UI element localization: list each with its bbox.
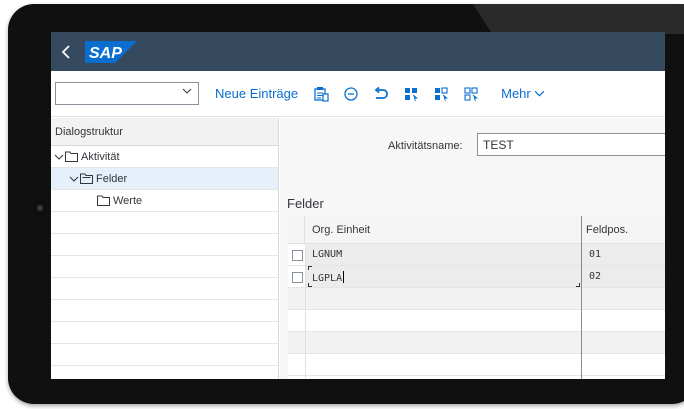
table-row[interactable]: LGNUM 01	[288, 244, 665, 266]
row-checkbox[interactable]	[292, 272, 303, 283]
field-pos-value: 02	[589, 271, 602, 282]
chevron-down-icon[interactable]	[69, 174, 79, 184]
row-checkbox[interactable]	[292, 250, 303, 261]
toolbar: Neue Einträge Mehr	[51, 71, 665, 117]
tree-item-werte[interactable]: Werte	[51, 190, 278, 212]
org-unit-text: LGPLA	[312, 273, 343, 284]
variant-select[interactable]	[55, 82, 199, 105]
tree-item-aktivitaet[interactable]: Aktivität	[51, 146, 278, 168]
shell-bar: SAP	[51, 32, 665, 71]
tree-empty-row	[51, 344, 278, 366]
tree-empty-row	[51, 322, 278, 344]
org-unit-value: LGPLA	[312, 271, 345, 284]
delete-button[interactable]	[343, 86, 359, 102]
tablet-glare	[473, 4, 684, 34]
section-title: Felder	[287, 196, 324, 211]
copy-button[interactable]	[313, 86, 329, 102]
column-header-field-pos[interactable]: Feldpos.	[586, 224, 628, 236]
more-button[interactable]: Mehr	[501, 71, 545, 117]
table-row[interactable]: LGPLA 02	[288, 266, 665, 288]
camera-dot	[37, 205, 43, 211]
back-button[interactable]	[51, 32, 81, 71]
deselect-all-icon	[464, 86, 479, 101]
chevron-down-icon[interactable]	[54, 152, 64, 162]
tree-item-felder[interactable]: Felder	[51, 168, 278, 190]
copy-icon	[314, 86, 329, 102]
new-entries-label: Neue Einträge	[215, 86, 299, 101]
field-pos-value: 01	[589, 249, 602, 260]
org-unit-value: LGNUM	[312, 249, 343, 260]
table-row-empty	[288, 310, 665, 332]
chevron-down-icon	[534, 90, 545, 97]
sap-logo-text: SAP	[89, 45, 122, 62]
select-all-column[interactable]	[288, 216, 305, 243]
fields-table: Org. Einheit Feldpos. LGNUM 01 LGPLA 02	[288, 216, 665, 379]
select-all-button[interactable]	[403, 86, 419, 102]
table-row-empty	[288, 288, 665, 310]
sap-logo[interactable]: SAP	[85, 40, 137, 63]
app-screen: SAP Neue Einträge Mehr Dialogstruktur Ak…	[51, 32, 665, 379]
select-block-icon	[435, 86, 449, 101]
focus-corner	[308, 266, 312, 270]
table-row-empty	[288, 332, 665, 354]
tree-item-label: Werte	[113, 194, 143, 207]
dialog-structure-header: Dialogstruktur	[51, 118, 278, 146]
tree-empty-row	[51, 278, 278, 300]
org-unit-cell[interactable]	[306, 244, 581, 265]
undo-button[interactable]	[373, 86, 389, 102]
activity-name-field[interactable]: TEST	[477, 133, 665, 156]
folder-icon	[65, 151, 78, 162]
tree-empty-row	[51, 234, 278, 256]
new-entries-button[interactable]: Neue Einträge	[215, 71, 298, 117]
more-label: Mehr	[501, 86, 531, 101]
org-unit-cell[interactable]	[306, 266, 581, 287]
chevron-left-icon	[61, 44, 70, 59]
activity-name-label: Aktivitätsname:	[388, 140, 463, 152]
tree-empty-row	[51, 256, 278, 278]
select-block-button[interactable]	[433, 86, 449, 102]
tree-item-label: Aktivität	[81, 150, 120, 163]
text-cursor	[343, 271, 345, 283]
table-header-row: Org. Einheit Feldpos.	[288, 216, 665, 244]
column-divider[interactable]	[581, 216, 582, 379]
dialog-structure-title: Dialogstruktur	[55, 125, 123, 138]
select-all-icon	[405, 87, 419, 101]
chevron-down-icon	[182, 88, 192, 94]
folder-icon	[97, 195, 110, 206]
table-row-empty	[288, 354, 665, 376]
focus-corner	[576, 283, 580, 287]
selection-column-border	[305, 244, 306, 379]
undo-icon	[374, 86, 389, 99]
tree-empty-row	[51, 212, 278, 234]
dialog-structure-panel: Dialogstruktur Aktivität Felder Werte	[51, 118, 279, 379]
column-header-org-unit[interactable]: Org. Einheit	[312, 224, 370, 236]
detail-panel: Aktivitätsname: TEST Felder Org. Einheit…	[280, 118, 665, 379]
tree-item-label: Felder	[96, 172, 128, 185]
deselect-all-button[interactable]	[463, 86, 479, 102]
tree-empty-row	[51, 300, 278, 322]
activity-name-value: TEST	[483, 137, 514, 152]
delete-icon	[344, 86, 358, 101]
open-folder-icon	[80, 173, 93, 184]
tablet-frame: SAP Neue Einträge Mehr Dialogstruktur Ak…	[8, 4, 684, 404]
